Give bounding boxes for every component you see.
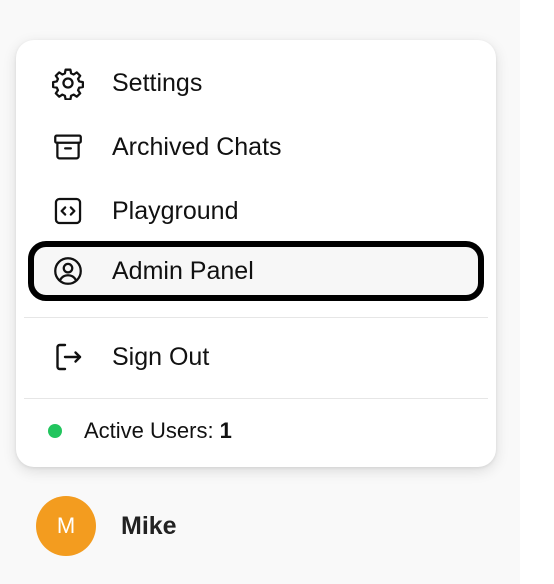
main-content-pane: [520, 0, 554, 584]
avatar: M: [36, 496, 96, 556]
menu-item-archived-chats[interactable]: Archived Chats: [32, 121, 480, 173]
gear-icon: [50, 65, 86, 101]
archive-icon: [50, 129, 86, 165]
active-users-label: Active Users:: [84, 418, 214, 443]
user-profile-button[interactable]: M Mike: [36, 496, 177, 556]
user-circle-icon: [50, 253, 86, 289]
sign-out-icon: [50, 339, 86, 375]
menu-item-label: Sign Out: [112, 342, 210, 371]
menu-item-playground[interactable]: Playground: [32, 185, 480, 237]
menu-item-label: Admin Panel: [112, 256, 254, 285]
status-dot: [48, 424, 62, 438]
divider: [24, 317, 488, 318]
menu-item-label: Settings: [112, 68, 203, 97]
code-icon: [50, 193, 86, 229]
menu-item-admin-panel[interactable]: Admin Panel: [28, 241, 484, 301]
user-name: Mike: [121, 511, 177, 540]
active-users-count: 1: [219, 418, 232, 443]
active-users-status: Active Users: 1: [48, 416, 232, 446]
menu-item-label: Archived Chats: [112, 132, 282, 161]
user-menu: Settings Archived Chats Playground Admin…: [16, 40, 496, 467]
menu-item-sign-out[interactable]: Sign Out: [32, 331, 480, 383]
menu-item-label: Playground: [112, 196, 239, 225]
menu-item-settings[interactable]: Settings: [32, 57, 480, 109]
divider: [24, 398, 488, 399]
